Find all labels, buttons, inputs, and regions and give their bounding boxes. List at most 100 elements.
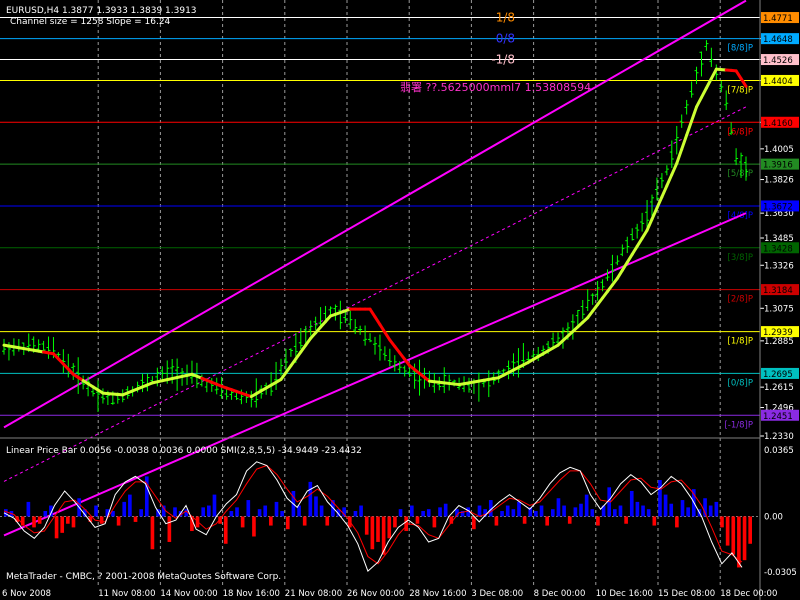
price-tick-label: 1.4005 xyxy=(764,145,794,155)
histogram-bar xyxy=(522,516,527,524)
histogram-bar xyxy=(652,516,657,526)
histogram-bar xyxy=(472,516,476,530)
histogram-bar xyxy=(26,501,31,517)
histogram-bar xyxy=(742,516,747,561)
price-tick-label: 1.3826 xyxy=(764,176,794,186)
histogram-bar xyxy=(122,501,127,517)
histogram-bar xyxy=(229,511,234,517)
histogram-bar xyxy=(99,516,104,524)
histogram-bar xyxy=(60,516,65,533)
histogram-bar xyxy=(680,500,685,517)
copyright-text: MetaTrader - CMBC, ? 2001-2008 MetaQuote… xyxy=(6,572,281,582)
histogram-bar xyxy=(579,503,583,517)
murrey-price-box-text: 1.4771 xyxy=(763,14,793,24)
histogram-bar xyxy=(404,516,409,532)
histogram-bar xyxy=(387,516,392,539)
histogram-bar xyxy=(252,516,256,537)
histogram-bar xyxy=(500,511,504,517)
histogram-bar xyxy=(635,501,640,517)
price-tick-label: 1.2330 xyxy=(764,432,794,442)
indicator-tick-label: -0.0305 xyxy=(764,568,797,578)
histogram-bar xyxy=(584,494,589,517)
histogram-bar xyxy=(263,505,268,517)
murrey-level-label: [7/8]P xyxy=(728,85,753,95)
histogram-bar xyxy=(133,516,138,522)
murrey-price-box-text: 1.2695 xyxy=(763,370,793,380)
indicator-label: Linear Price Bar 0.0056 -0.0038 0.0036 0… xyxy=(6,446,362,456)
time-tick-label: 18 Dec 00:00 xyxy=(720,589,777,599)
murrey-price-box-text: 1.3428 xyxy=(763,244,793,254)
histogram-bar xyxy=(748,516,752,544)
histogram-bar xyxy=(517,501,521,517)
indicator-tick-label: 0.00 xyxy=(764,512,783,522)
histogram-bar xyxy=(353,511,358,517)
histogram-bar xyxy=(302,516,307,526)
histogram-bar xyxy=(167,516,172,542)
histogram-bar xyxy=(319,505,324,517)
histogram-bar xyxy=(590,509,595,517)
histogram-bar xyxy=(269,516,273,526)
price-tick-label: 1.3075 xyxy=(764,304,794,314)
murrey-level-label: [8/8]P xyxy=(728,44,753,54)
histogram-bar xyxy=(393,516,397,528)
histogram-bar xyxy=(539,505,544,517)
murrey-annotation: 翡署 ??.5625000mml7 1.53808594 xyxy=(400,81,591,94)
time-tick-label: 11 Nov 08:00 xyxy=(98,589,155,599)
histogram-bar xyxy=(240,516,245,528)
histogram-bar xyxy=(280,511,284,517)
histogram-bar xyxy=(545,516,549,526)
histogram-bar xyxy=(556,498,561,517)
histogram-bar xyxy=(370,516,375,550)
histogram-bar xyxy=(641,505,645,517)
histogram-bar xyxy=(432,516,437,528)
histogram-bar xyxy=(223,516,228,544)
time-tick-label: 28 Nov 16:00 xyxy=(409,589,466,599)
murrey-level-label: [-1/8]P xyxy=(724,420,753,430)
histogram-bar xyxy=(725,516,730,546)
histogram-bar xyxy=(567,516,572,524)
histogram-bar xyxy=(128,494,132,517)
histogram-bar xyxy=(325,516,330,526)
histogram-bar xyxy=(646,509,651,517)
histogram-bar xyxy=(94,505,98,517)
indicator-tick-label: 0.0365 xyxy=(764,446,794,456)
histogram-bar xyxy=(116,516,121,526)
murrey-top-label: 1/8 xyxy=(496,11,515,25)
murrey-price-box-text: 1.2939 xyxy=(763,328,793,338)
histogram-bar xyxy=(494,516,499,526)
histogram-bar xyxy=(596,516,600,526)
histogram-bar xyxy=(505,505,510,517)
histogram-bar xyxy=(410,505,414,517)
histogram-bar xyxy=(246,500,251,517)
chart-canvas[interactable]: [8/8]P[7/8]P[6/8]P[5/8]P[4/8]P[3/8]P[2/8… xyxy=(0,0,800,600)
histogram-bar xyxy=(43,511,48,517)
histogram-bar xyxy=(663,494,668,517)
murrey-price-box-text: 1.4160 xyxy=(763,119,793,129)
time-tick-label: 14 Nov 00:00 xyxy=(160,589,217,599)
histogram-bar xyxy=(398,509,403,517)
histogram-bar xyxy=(212,494,217,517)
histogram-bar xyxy=(257,509,262,517)
histogram-bar xyxy=(274,501,279,517)
histogram-bar xyxy=(207,505,211,517)
histogram-bar xyxy=(562,505,566,517)
time-tick-label: 21 Nov 08:00 xyxy=(285,589,342,599)
histogram-bar xyxy=(573,507,578,517)
histogram-bar xyxy=(54,516,59,539)
murrey-level-label: [3/8]P xyxy=(728,253,753,263)
histogram-bar xyxy=(714,501,719,517)
time-tick-label: 15 Dec 08:00 xyxy=(658,589,715,599)
histogram-bar xyxy=(731,516,736,555)
time-tick-label: 18 Nov 16:00 xyxy=(223,589,280,599)
histogram-bar xyxy=(438,507,442,517)
histogram-bar xyxy=(314,496,318,517)
histogram-bar xyxy=(511,509,516,517)
histogram-bar xyxy=(669,503,674,517)
murrey-level-label: [1/8]P xyxy=(728,337,753,347)
price-tick-label: 1.2615 xyxy=(764,383,794,393)
histogram-bar xyxy=(618,505,623,517)
murrey-top-label: 0/8 xyxy=(496,32,515,46)
murrey-price-box-text: 1.3916 xyxy=(763,161,793,171)
histogram-bar xyxy=(150,516,155,550)
murrey-price-box-text: 1.3184 xyxy=(763,286,793,296)
